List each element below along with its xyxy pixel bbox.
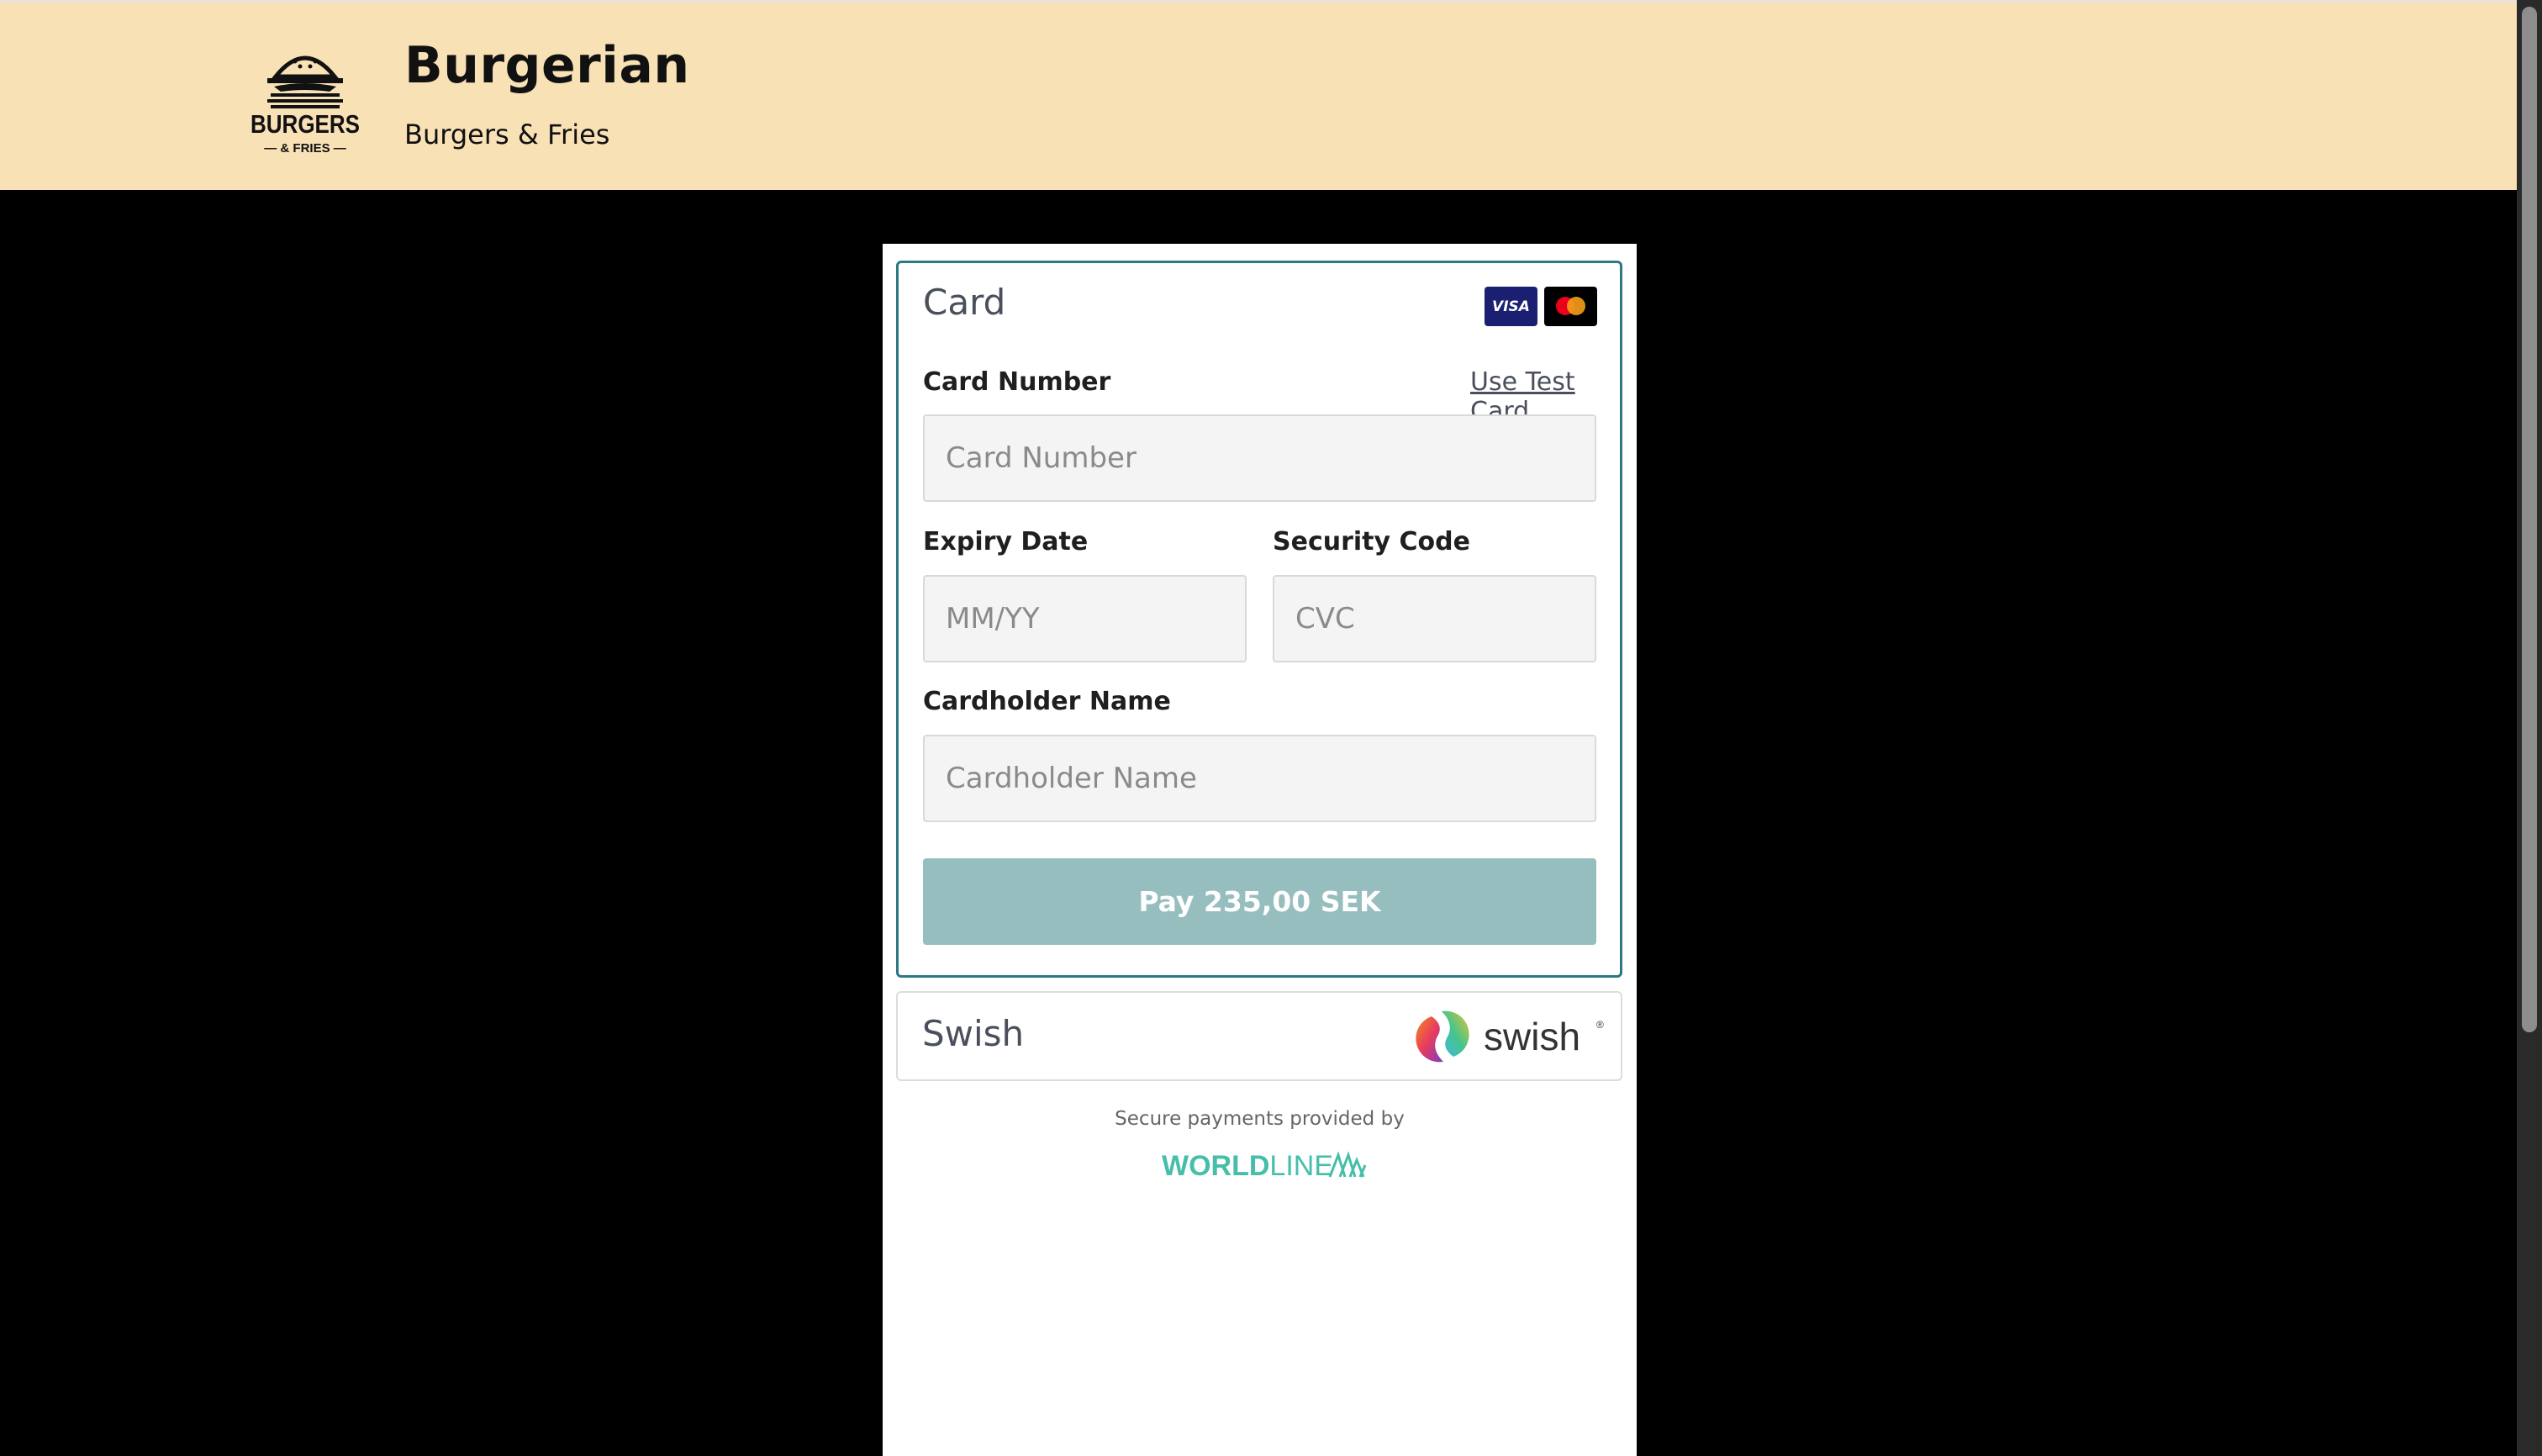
page: BURGERS — & FRIES — Burgerian Burgers & … — [0, 0, 2542, 1456]
site-header: BURGERS — & FRIES — Burgerian Burgers & … — [0, 0, 2517, 190]
logo-text-sub: — & FRIES — — [264, 141, 346, 156]
swish-payment-option[interactable]: Swish swish ® — [896, 991, 1622, 1081]
card-number-label: Card Number — [923, 367, 1111, 397]
secure-payments-text: Secure payments provided by — [1115, 1108, 1405, 1130]
swish-registered-mark: ® — [1596, 1019, 1604, 1031]
security-code-input[interactable] — [1273, 575, 1596, 662]
expiry-date-input[interactable] — [923, 575, 1247, 662]
brand-title: Burgerian — [404, 36, 690, 95]
swish-section-title: Swish — [922, 1013, 1025, 1054]
burger-logo-icon: BURGERS — & FRIES — — [251, 55, 360, 156]
scrollbar-thumb[interactable] — [2522, 7, 2537, 1032]
svg-text:WORLDLINE: WORLDLINE — [1162, 1150, 1333, 1182]
pay-button[interactable]: Pay 235,00 SEK — [923, 858, 1596, 945]
cardholder-name-input[interactable] — [923, 735, 1596, 822]
brand-subtitle: Burgers & Fries — [404, 119, 610, 150]
mastercard-icon — [1544, 287, 1597, 326]
logo-text-main: BURGERS — [251, 109, 360, 139]
payment-panel: Card VISA Card Number Use Test Card Expi… — [883, 244, 1637, 1456]
visa-icon: VISA — [1485, 287, 1537, 326]
worldline-logo-icon: WORLDLINE — [1162, 1150, 1367, 1182]
card-section-title: Card — [923, 282, 1006, 323]
card-number-input[interactable] — [923, 414, 1596, 502]
expiry-date-label: Expiry Date — [923, 527, 1089, 557]
cardholder-name-label: Cardholder Name — [923, 687, 1171, 716]
mastercard-orange-circle — [1567, 297, 1585, 315]
worldline-text-bold: WORLD — [1162, 1150, 1269, 1182]
card-payment-section[interactable]: Card VISA Card Number Use Test Card Expi… — [896, 261, 1622, 978]
worldline-text-light: LINE — [1269, 1150, 1333, 1182]
swish-logo-icon: swish ® — [1416, 1010, 1604, 1063]
security-code-label: Security Code — [1273, 527, 1470, 557]
swish-logo-text: swish — [1484, 1015, 1580, 1058]
